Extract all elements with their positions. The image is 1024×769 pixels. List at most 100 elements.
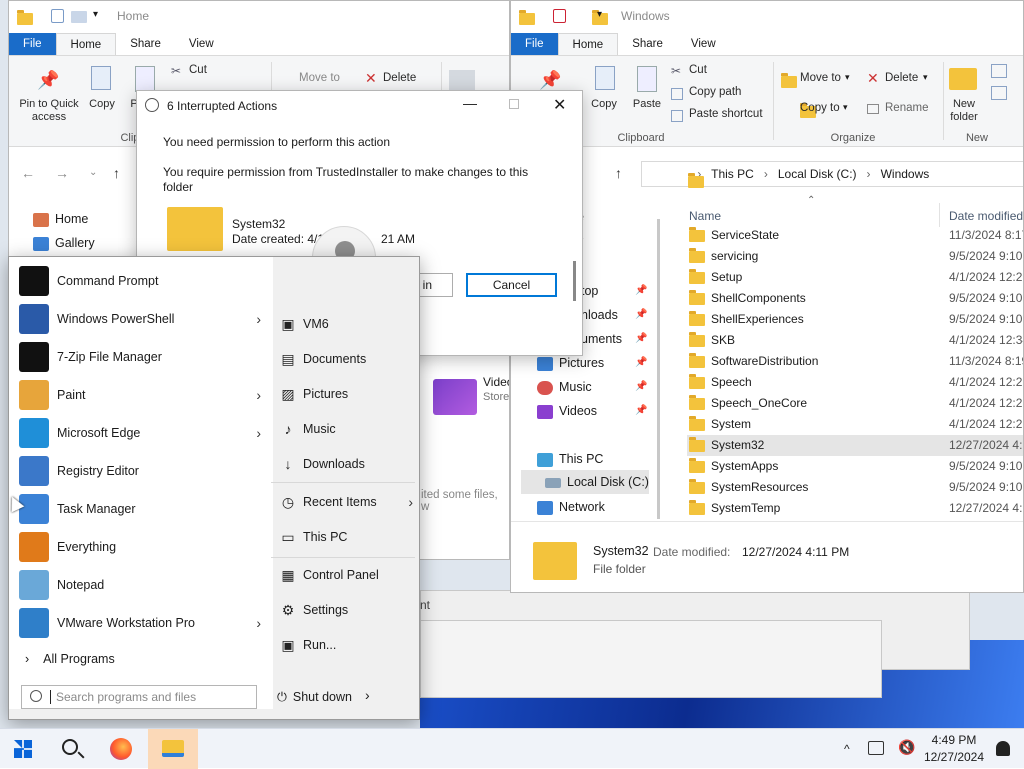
tab-file[interactable]: File — [511, 33, 558, 55]
start-place-run[interactable]: ▣ Run... — [277, 630, 413, 660]
notification-icon[interactable] — [996, 741, 1010, 756]
nav-item-network[interactable]: Network — [537, 495, 605, 519]
minimize-icon[interactable]: — — [463, 95, 477, 111]
nav-item-this-pc[interactable]: This PC — [537, 447, 603, 471]
table-row[interactable]: SoftwareDistribution 11/3/2024 8:19 — [687, 351, 1023, 372]
shutdown-button[interactable]: ⏻ Shut down — [273, 685, 377, 709]
table-row[interactable]: SKB 4/1/2024 12:34 — [687, 330, 1023, 351]
tab-home[interactable]: Home — [55, 33, 117, 55]
table-row[interactable]: SystemResources 9/5/2024 9:10 P — [687, 477, 1023, 498]
table-row[interactable]: Setup 4/1/2024 12:29 — [687, 267, 1023, 288]
table-row[interactable]: Speech 4/1/2024 12:26 — [687, 372, 1023, 393]
cancel-button[interactable]: Cancel — [466, 273, 557, 297]
recent-dropdown-icon[interactable]: ⌄ — [89, 167, 97, 178]
search-taskbar-button[interactable] — [48, 729, 94, 769]
column-date-header[interactable]: Date modified — [949, 209, 1023, 223]
nav-scrollbar[interactable] — [657, 219, 660, 519]
breadcrumb-local-disk[interactable]: Local Disk (C:) — [778, 167, 857, 181]
copy-button[interactable]: Copy — [587, 98, 621, 110]
start-item-paint[interactable]: Paint › — [17, 376, 265, 414]
clock-date[interactable]: 12/27/2024 — [920, 750, 988, 764]
nav-item-local-disk[interactable]: Local Disk (C:) — [521, 470, 649, 494]
start-place-pictures[interactable]: ▨ Pictures — [277, 379, 413, 409]
start-item-cmd[interactable]: Command Prompt — [17, 262, 265, 300]
checkbox-icon[interactable] — [51, 9, 64, 23]
tray-overflow-button[interactable]: ^ — [844, 729, 850, 769]
clock-time[interactable]: 4:49 PM — [924, 733, 984, 747]
cut-button[interactable]: Cut — [189, 64, 207, 76]
column-name-header[interactable]: Name — [689, 209, 721, 223]
move-to-button[interactable]: Move to — [800, 72, 841, 84]
close-icon[interactable]: ✕ — [553, 95, 566, 115]
table-row[interactable]: servicing 9/5/2024 9:10 P — [687, 246, 1023, 267]
new-folder-icon[interactable] — [71, 11, 87, 23]
content-item-name[interactable]: Video — [483, 375, 509, 389]
nav-item-home[interactable]: Home — [33, 207, 88, 231]
chevron-down-icon[interactable]: ▾ — [597, 9, 602, 20]
start-place-settings[interactable]: ⚙ Settings — [277, 595, 413, 625]
start-item-task-manager[interactable]: Task Manager — [17, 490, 265, 528]
pin-to-quick-access-button[interactable]: Pin to Quick access — [13, 98, 85, 124]
chevron-down-icon[interactable]: ▾ — [93, 9, 98, 20]
tab-file[interactable]: File — [9, 33, 56, 55]
address-bar[interactable]: › This PC › Local Disk (C:) › Windows — [641, 161, 1023, 188]
breadcrumb-windows[interactable]: Windows — [881, 167, 930, 181]
start-item-edge[interactable]: Microsoft Edge › — [17, 414, 265, 452]
new-folder-button[interactable]: New folder — [947, 98, 981, 124]
file-explorer-button[interactable] — [148, 729, 198, 769]
breadcrumb-this-pc[interactable]: This PC — [711, 167, 754, 181]
table-row[interactable]: ShellComponents 9/5/2024 9:10 P — [687, 288, 1023, 309]
start-place-downloads[interactable]: ↓ Downloads — [277, 449, 413, 479]
network-icon[interactable] — [868, 741, 884, 755]
table-row[interactable]: System32 12/27/2024 4:1 — [687, 435, 1023, 456]
table-row[interactable]: SystemApps 9/5/2024 9:10 P — [687, 456, 1023, 477]
back-arrow-icon[interactable]: ← — [21, 165, 35, 181]
up-arrow-icon[interactable]: ↑ — [615, 165, 622, 181]
start-item-vmware[interactable]: VMware Workstation Pro › — [17, 604, 265, 642]
start-place-control-panel[interactable]: ▦ Control Panel — [277, 560, 413, 590]
up-arrow-icon[interactable]: ↑ — [113, 165, 120, 181]
start-place-this-pc[interactable]: ▭ This PC — [277, 522, 413, 552]
rename-button[interactable]: Rename — [885, 102, 928, 114]
start-place-user-folder[interactable]: ▣ VM6 — [277, 309, 413, 339]
volume-muted-icon[interactable]: 🔇 — [898, 739, 915, 756]
nav-item-documents[interactable]: uments — [581, 327, 622, 351]
tab-view[interactable]: View — [677, 33, 730, 55]
start-button[interactable] — [0, 729, 46, 769]
nav-item-gallery[interactable]: Gallery — [33, 231, 95, 255]
start-item-notepad[interactable]: Notepad — [17, 566, 265, 604]
cut-button[interactable]: Cut — [689, 64, 707, 76]
all-programs-button[interactable]: › All Programs — [19, 647, 259, 671]
tab-home[interactable]: Home — [557, 33, 619, 55]
tab-share[interactable]: Share — [116, 33, 175, 55]
start-item-7zip[interactable]: 7-Zip File Manager — [17, 338, 265, 376]
nav-item-downloads[interactable]: nloads — [581, 303, 618, 327]
table-row[interactable]: Speech_OneCore 4/1/2024 12:26 — [687, 393, 1023, 414]
start-item-everything[interactable]: Everything — [17, 528, 265, 566]
paste-button[interactable]: Paste — [629, 98, 665, 110]
forward-arrow-icon[interactable]: → — [55, 165, 69, 181]
search-input[interactable]: Search programs and files — [21, 685, 257, 709]
move-to-button[interactable]: Move to — [299, 72, 340, 84]
copy-to-button[interactable]: Copy to — [800, 102, 840, 114]
start-item-powershell[interactable]: Windows PowerShell › — [17, 300, 265, 338]
nav-item-music[interactable]: Music — [537, 375, 592, 399]
delete-button[interactable]: Delete — [885, 72, 918, 84]
paste-shortcut-button[interactable]: Paste shortcut — [689, 108, 763, 120]
table-row[interactable]: SystemTemp 12/27/2024 4:1 — [687, 498, 1023, 519]
copy-button[interactable]: Copy — [85, 98, 119, 110]
start-item-registry[interactable]: Registry Editor — [17, 452, 265, 490]
copy-path-button[interactable]: Copy path — [689, 86, 741, 98]
tab-view[interactable]: View — [175, 33, 228, 55]
delete-button[interactable]: Delete — [383, 72, 416, 84]
start-place-recent[interactable]: ◷ Recent Items › — [277, 487, 413, 517]
firefox-button[interactable] — [98, 729, 144, 769]
start-place-music[interactable]: ♪ Music — [277, 414, 413, 444]
table-row[interactable]: ShellExperiences 9/5/2024 9:10 P — [687, 309, 1023, 330]
table-row[interactable]: System 4/1/2024 12:26 — [687, 414, 1023, 435]
tab-share[interactable]: Share — [618, 33, 677, 55]
checkbox-icon[interactable] — [553, 9, 566, 23]
table-row[interactable]: ServiceState 11/3/2024 8:17 — [687, 225, 1023, 246]
nav-item-desktop[interactable]: top — [581, 279, 598, 303]
dialog-scrollbar[interactable] — [573, 261, 576, 301]
